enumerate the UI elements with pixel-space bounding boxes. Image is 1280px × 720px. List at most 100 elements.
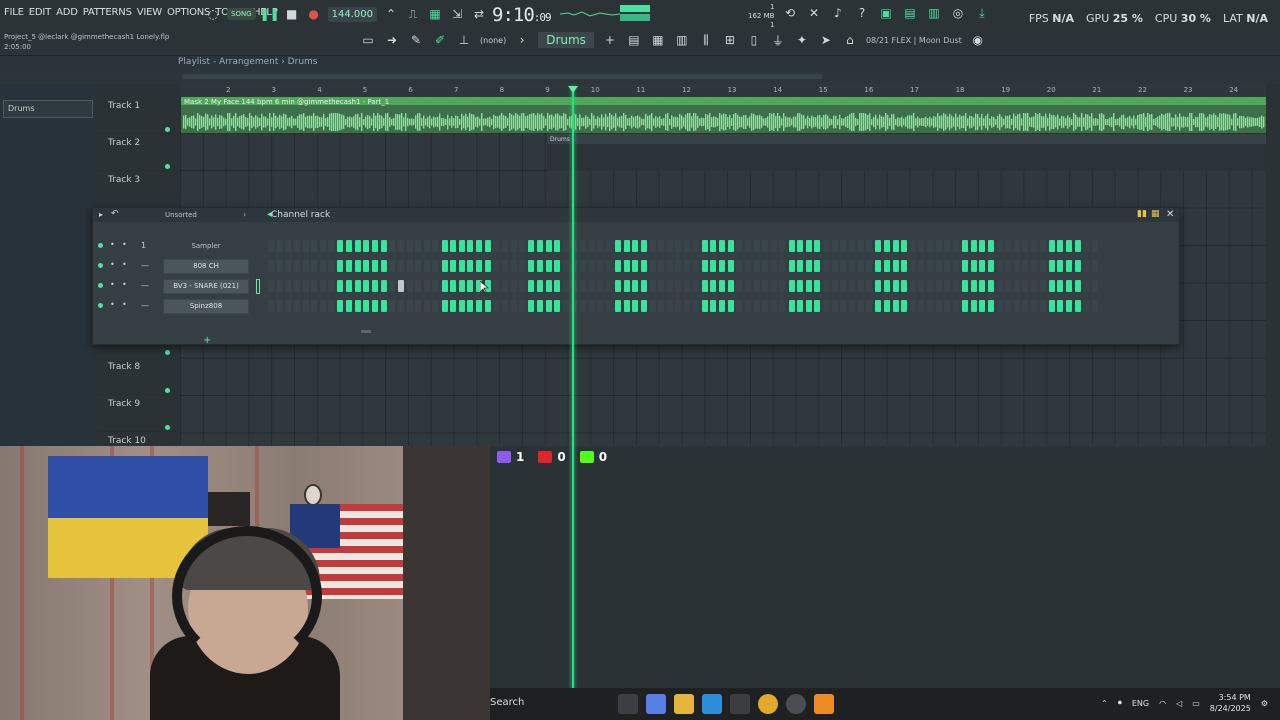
step-button[interactable]	[857, 280, 864, 292]
playlist-icon[interactable]: ▤	[626, 32, 642, 48]
plug-icon[interactable]: ⏚	[770, 32, 786, 48]
step-button[interactable]	[658, 240, 665, 252]
step-button[interactable]	[848, 280, 855, 292]
track-header-3[interactable]: Track 3	[98, 171, 176, 203]
track-mute-led[interactable]	[165, 425, 170, 430]
step-button[interactable]	[554, 260, 561, 272]
step-button[interactable]	[380, 300, 387, 312]
step-button[interactable]	[337, 300, 344, 312]
send-icon[interactable]: ➤	[818, 32, 834, 48]
step-button[interactable]	[927, 300, 934, 312]
step-button[interactable]	[848, 240, 855, 252]
step-button[interactable]	[1022, 300, 1029, 312]
play-arrow-icon[interactable]: ➜	[384, 32, 400, 48]
browser-item-drums[interactable]: Drums	[3, 100, 93, 118]
step-button[interactable]	[415, 240, 422, 252]
step-button[interactable]	[666, 240, 673, 252]
step-button[interactable]	[302, 240, 309, 252]
step-button[interactable]	[406, 280, 413, 292]
stop-icon[interactable]: ■	[284, 6, 300, 22]
battery-icon[interactable]: ▭	[1192, 699, 1200, 708]
step-button[interactable]	[640, 300, 647, 312]
step-button[interactable]	[987, 300, 994, 312]
step-button[interactable]	[927, 280, 934, 292]
step-button[interactable]	[649, 300, 656, 312]
step-button[interactable]	[1083, 280, 1090, 292]
step-button[interactable]	[615, 240, 621, 252]
step-button[interactable]	[788, 260, 795, 272]
step-button[interactable]	[554, 240, 561, 252]
playhead-marker-icon[interactable]	[568, 86, 578, 93]
step-button[interactable]	[719, 240, 726, 252]
step-button[interactable]	[649, 260, 656, 272]
step-button[interactable]	[770, 260, 777, 272]
mixer-track-number[interactable]: —	[141, 261, 149, 270]
step-button[interactable]	[962, 300, 968, 312]
step-button[interactable]	[1066, 240, 1073, 252]
step-button[interactable]	[519, 260, 526, 272]
step-button[interactable]	[337, 280, 344, 292]
recording-icon[interactable]: ◌	[205, 6, 221, 22]
step-button[interactable]	[857, 240, 864, 252]
step-button[interactable]	[1074, 260, 1081, 272]
step-button[interactable]	[710, 240, 717, 252]
step-button[interactable]	[727, 300, 734, 312]
step-button[interactable]	[901, 240, 908, 252]
pan-knob-icon[interactable]: •	[110, 260, 115, 269]
step-button[interactable]	[632, 280, 639, 292]
step-button[interactable]	[1066, 260, 1073, 272]
step-button[interactable]	[909, 260, 916, 272]
volume-knob-icon[interactable]: •	[122, 260, 127, 269]
step-button[interactable]	[666, 280, 673, 292]
step-button[interactable]	[389, 280, 396, 292]
step-button[interactable]	[432, 280, 439, 292]
file-explorer-icon[interactable]	[674, 694, 694, 714]
stamp-icon[interactable]: ⊥	[456, 32, 472, 48]
arrow-right-icon[interactable]: ›	[514, 32, 530, 48]
step-button[interactable]	[501, 300, 508, 312]
step-button[interactable]	[397, 260, 404, 272]
step-button[interactable]	[588, 240, 595, 252]
store-icon[interactable]	[730, 694, 750, 714]
piano-roll-icon[interactable]: ▦	[650, 32, 666, 48]
step-button[interactable]	[1057, 280, 1064, 292]
step-button[interactable]	[285, 300, 292, 312]
step-button[interactable]	[285, 260, 292, 272]
step-button[interactable]	[848, 260, 855, 272]
step-button[interactable]	[441, 300, 448, 312]
step-button[interactable]	[293, 240, 300, 252]
channel-row[interactable]: • • 1 Sampler	[93, 237, 1179, 257]
record-icon[interactable]: ●	[306, 6, 322, 22]
mixer-icon[interactable]: ▥	[926, 5, 942, 21]
step-button[interactable]	[762, 240, 769, 252]
step-button[interactable]	[875, 280, 881, 292]
step-button[interactable]	[1057, 260, 1064, 272]
step-button[interactable]	[823, 280, 830, 292]
step-button[interactable]	[779, 260, 786, 272]
step-button[interactable]	[1013, 280, 1020, 292]
track-mute-led[interactable]	[165, 164, 170, 169]
channel-rack-titlebar[interactable]	[93, 208, 1179, 222]
step-button[interactable]	[268, 280, 274, 292]
step-button[interactable]	[779, 280, 786, 292]
step-button[interactable]	[719, 260, 726, 272]
step-button[interactable]	[935, 300, 942, 312]
step-button[interactable]	[1013, 260, 1020, 272]
step-button[interactable]	[467, 240, 474, 252]
step-button[interactable]	[432, 300, 439, 312]
step-button[interactable]	[1048, 280, 1055, 292]
step-button[interactable]	[372, 240, 379, 252]
step-button[interactable]	[692, 240, 699, 252]
song-mode-toggle[interactable]: SONG	[227, 8, 256, 20]
step-button[interactable]	[1048, 240, 1055, 252]
wifi-icon[interactable]: ◠	[1159, 699, 1166, 708]
step-button[interactable]	[363, 280, 370, 292]
step-button[interactable]	[302, 300, 309, 312]
menu-add[interactable]: ADD	[56, 7, 78, 18]
step-button[interactable]	[692, 280, 699, 292]
step-button[interactable]	[987, 240, 994, 252]
step-button[interactable]	[996, 280, 1003, 292]
help-icon[interactable]: ?	[854, 5, 870, 21]
step-button[interactable]	[901, 280, 908, 292]
step-button[interactable]	[727, 260, 734, 272]
